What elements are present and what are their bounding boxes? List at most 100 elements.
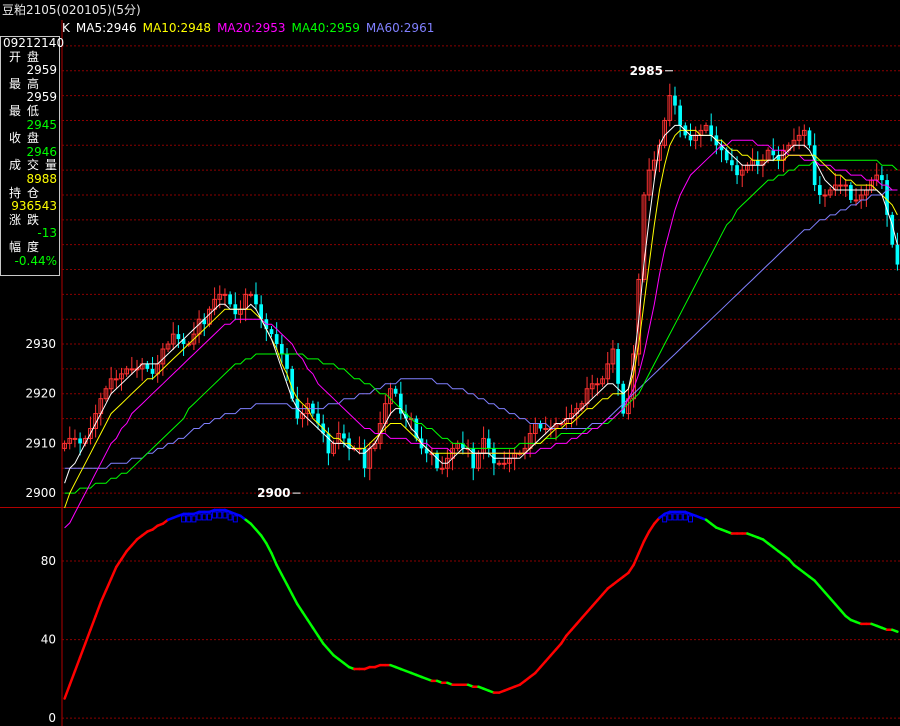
osc-segment <box>311 626 320 637</box>
osc-segment <box>642 530 651 543</box>
osc-segment <box>301 610 309 622</box>
osc-high-marker <box>212 511 218 519</box>
osc-segment <box>84 628 92 645</box>
osc-segment <box>627 563 635 575</box>
info-value: -13 <box>37 226 57 241</box>
indicator-marks <box>63 508 899 700</box>
candle-body <box>176 334 181 340</box>
info-value: 8988 <box>26 171 57 186</box>
candle-body <box>274 334 279 345</box>
info-value: -0.44% <box>14 253 57 268</box>
candle-body <box>326 433 331 454</box>
osc-segment <box>109 565 118 580</box>
osc-segment <box>265 542 273 555</box>
candle-body <box>362 448 367 469</box>
candle-body <box>771 150 776 156</box>
candle-body <box>342 433 346 439</box>
osc-segment <box>637 540 646 555</box>
osc-tick-label: 40 <box>41 633 56 647</box>
quote-info-panel: 09212140 开盘 2959 最高 2959 最低 2945 收盘 2946 成交量 8988… <box>0 36 64 276</box>
candle-body <box>812 145 817 186</box>
candle-body <box>439 467 445 470</box>
osc-segment <box>259 534 268 545</box>
info-value: 2959 <box>26 63 57 78</box>
candle-body <box>538 423 543 429</box>
info-label: 开盘 <box>9 49 46 64</box>
candle-body <box>853 199 859 202</box>
candle-body <box>688 135 693 141</box>
ma40-line <box>64 159 898 494</box>
osc-high-marker <box>662 515 668 523</box>
y-tick-label: 2920 <box>25 387 56 401</box>
osc-tick-label: 80 <box>41 554 56 568</box>
osc-high-marker <box>181 515 187 523</box>
info-label: 最低 <box>9 103 46 118</box>
candle-body <box>222 293 228 296</box>
price-marks: 2985 2900 <box>62 64 900 529</box>
osc-segment <box>296 602 304 614</box>
ma10-line <box>64 129 898 509</box>
legend-item: MA20:2953 <box>217 21 286 35</box>
osc-high-marker <box>227 513 233 521</box>
osc-high-marker <box>688 515 693 523</box>
osc-segment <box>890 628 899 633</box>
candle-body <box>678 105 682 126</box>
osc-high-marker <box>677 513 683 521</box>
y-tick-label: 2900 <box>25 486 56 500</box>
ma-legend: K MA5:2946 MA10:2948 MA20:2953 MA40:2959 MA60… <box>62 21 440 35</box>
candle-body <box>843 184 849 187</box>
osc-segment <box>285 583 294 596</box>
info-value: 936543 <box>11 199 57 214</box>
y-tick-label: 2930 <box>25 337 56 351</box>
osc-tick-label: 0 <box>48 711 56 725</box>
osc-segment <box>115 557 123 569</box>
candle-body <box>254 294 258 305</box>
candle-body <box>285 353 289 369</box>
candle-body <box>817 185 822 195</box>
osc-high-marker <box>682 513 688 521</box>
candle-body <box>150 368 155 374</box>
candle-body <box>730 160 734 166</box>
info-value: 2959 <box>26 90 57 105</box>
osc-high-marker <box>667 513 673 521</box>
osc-segment <box>73 656 82 673</box>
osc-segment <box>270 551 278 567</box>
candle-body <box>849 185 853 200</box>
candle-body <box>807 130 812 146</box>
osc-high-marker <box>232 515 238 523</box>
osc-segment <box>94 601 103 618</box>
info-label: 涨跌 <box>9 212 46 227</box>
candle-body <box>838 184 843 187</box>
candle-body <box>78 438 82 444</box>
indicator-grid: 0 40 80 <box>41 554 900 725</box>
osc-high-marker <box>186 515 192 523</box>
osc-segment <box>99 589 108 604</box>
candle-body <box>822 194 828 197</box>
price-grid: 2900 2910 2920 2930 <box>0 20 900 726</box>
candle-body <box>595 383 600 386</box>
candle-body <box>543 428 548 431</box>
info-label: 幅度 <box>9 239 46 254</box>
extreme-annotation: 2985 <box>630 64 663 78</box>
legend-item: MA10:2948 <box>142 21 212 35</box>
candle-body <box>755 160 760 166</box>
legend-item: MA5:2946 <box>75 21 137 35</box>
ma20-line <box>64 139 898 529</box>
candle-body <box>709 125 714 136</box>
candle-body <box>880 175 884 181</box>
candle-body <box>72 437 78 440</box>
candle-body <box>129 368 135 371</box>
info-label: 最高 <box>9 76 46 91</box>
osc-high-marker <box>196 513 202 521</box>
candle-body <box>486 438 491 449</box>
candle-body <box>435 453 439 469</box>
osc-segment <box>89 614 97 632</box>
candle-body <box>496 462 502 465</box>
chart-title: 豆粕2105(020105)(5分) <box>2 3 141 17</box>
osc-segment <box>68 669 77 687</box>
candle-body <box>393 388 398 394</box>
osc-segment <box>306 618 315 630</box>
candle-body <box>145 363 150 369</box>
ma60-line <box>64 189 898 469</box>
osc-segment <box>275 563 284 577</box>
